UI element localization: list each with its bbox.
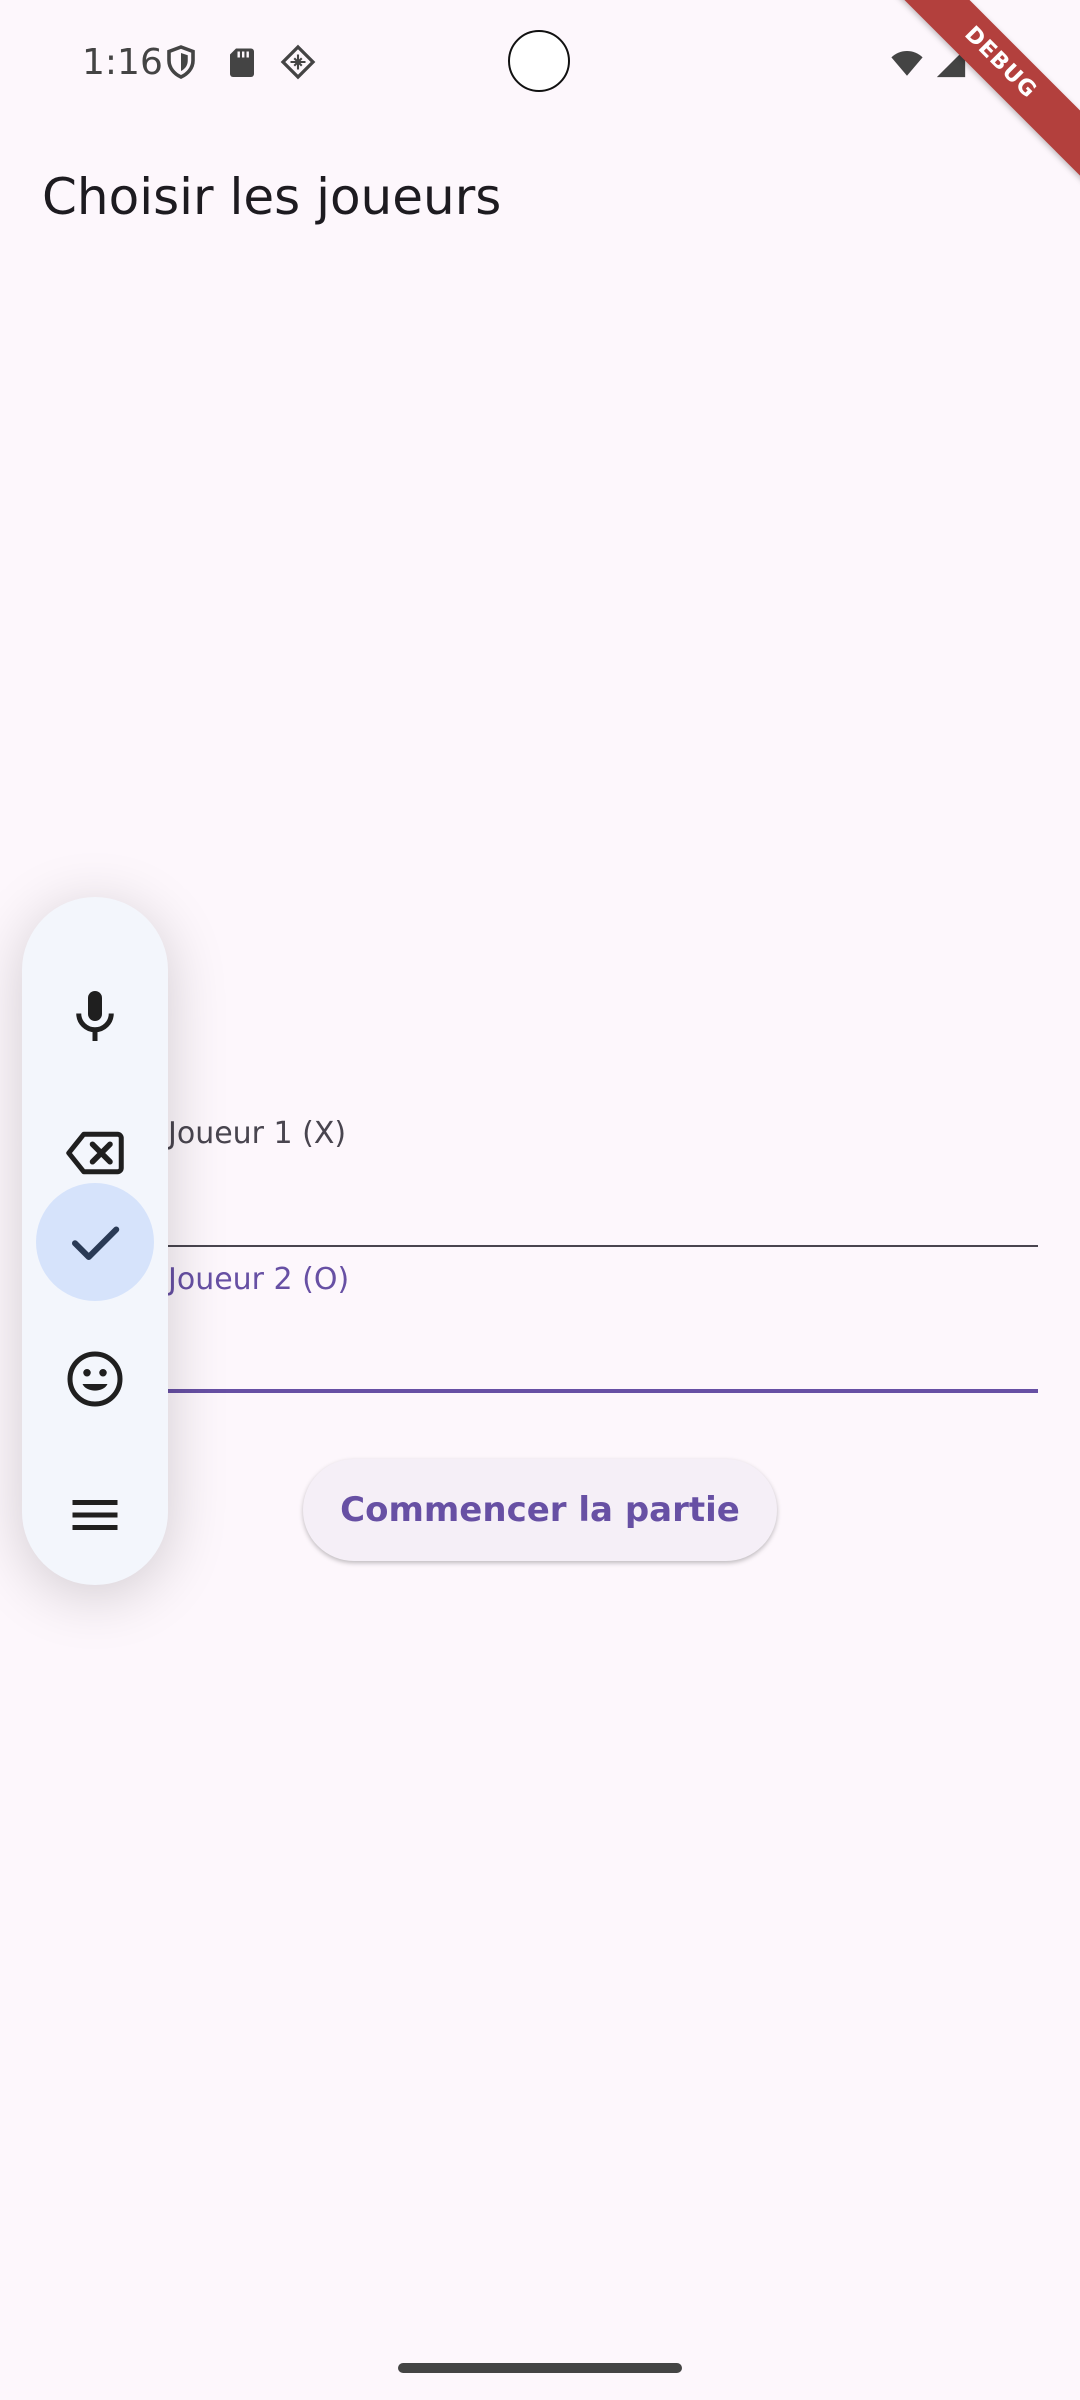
- microphone-button[interactable]: [36, 957, 154, 1075]
- player2-underline: [168, 1389, 1038, 1393]
- player1-field[interactable]: Joueur 1 (X): [168, 1116, 1038, 1248]
- check-icon: [72, 1226, 120, 1260]
- player2-label: Joueur 2 (O): [168, 1262, 350, 1297]
- shield-icon: [163, 44, 199, 80]
- emoji-button[interactable]: [36, 1320, 154, 1438]
- sd-card-icon: [224, 44, 260, 80]
- menu-button[interactable]: [36, 1456, 154, 1574]
- page-title: Choisir les joueurs: [42, 168, 502, 226]
- keyboard-tool-panel: [22, 897, 168, 1585]
- start-game-button[interactable]: Commencer la partie: [303, 1459, 777, 1561]
- microphone-icon: [76, 991, 114, 1041]
- status-time: 1:16: [82, 42, 163, 83]
- camera-cutout: [508, 30, 570, 92]
- player1-label: Joueur 1 (X): [168, 1116, 347, 1151]
- diamond-grid-icon: [280, 44, 316, 80]
- menu-icon: [72, 1500, 118, 1530]
- player1-underline: [168, 1245, 1038, 1247]
- emoji-icon: [67, 1351, 123, 1407]
- status-bar: 1:16: [0, 0, 1080, 130]
- wifi-icon: [888, 46, 924, 82]
- player2-field[interactable]: Joueur 2 (O): [168, 1262, 1038, 1396]
- done-button[interactable]: [36, 1183, 154, 1301]
- backspace-icon: [66, 1131, 124, 1175]
- home-indicator[interactable]: [398, 2363, 682, 2373]
